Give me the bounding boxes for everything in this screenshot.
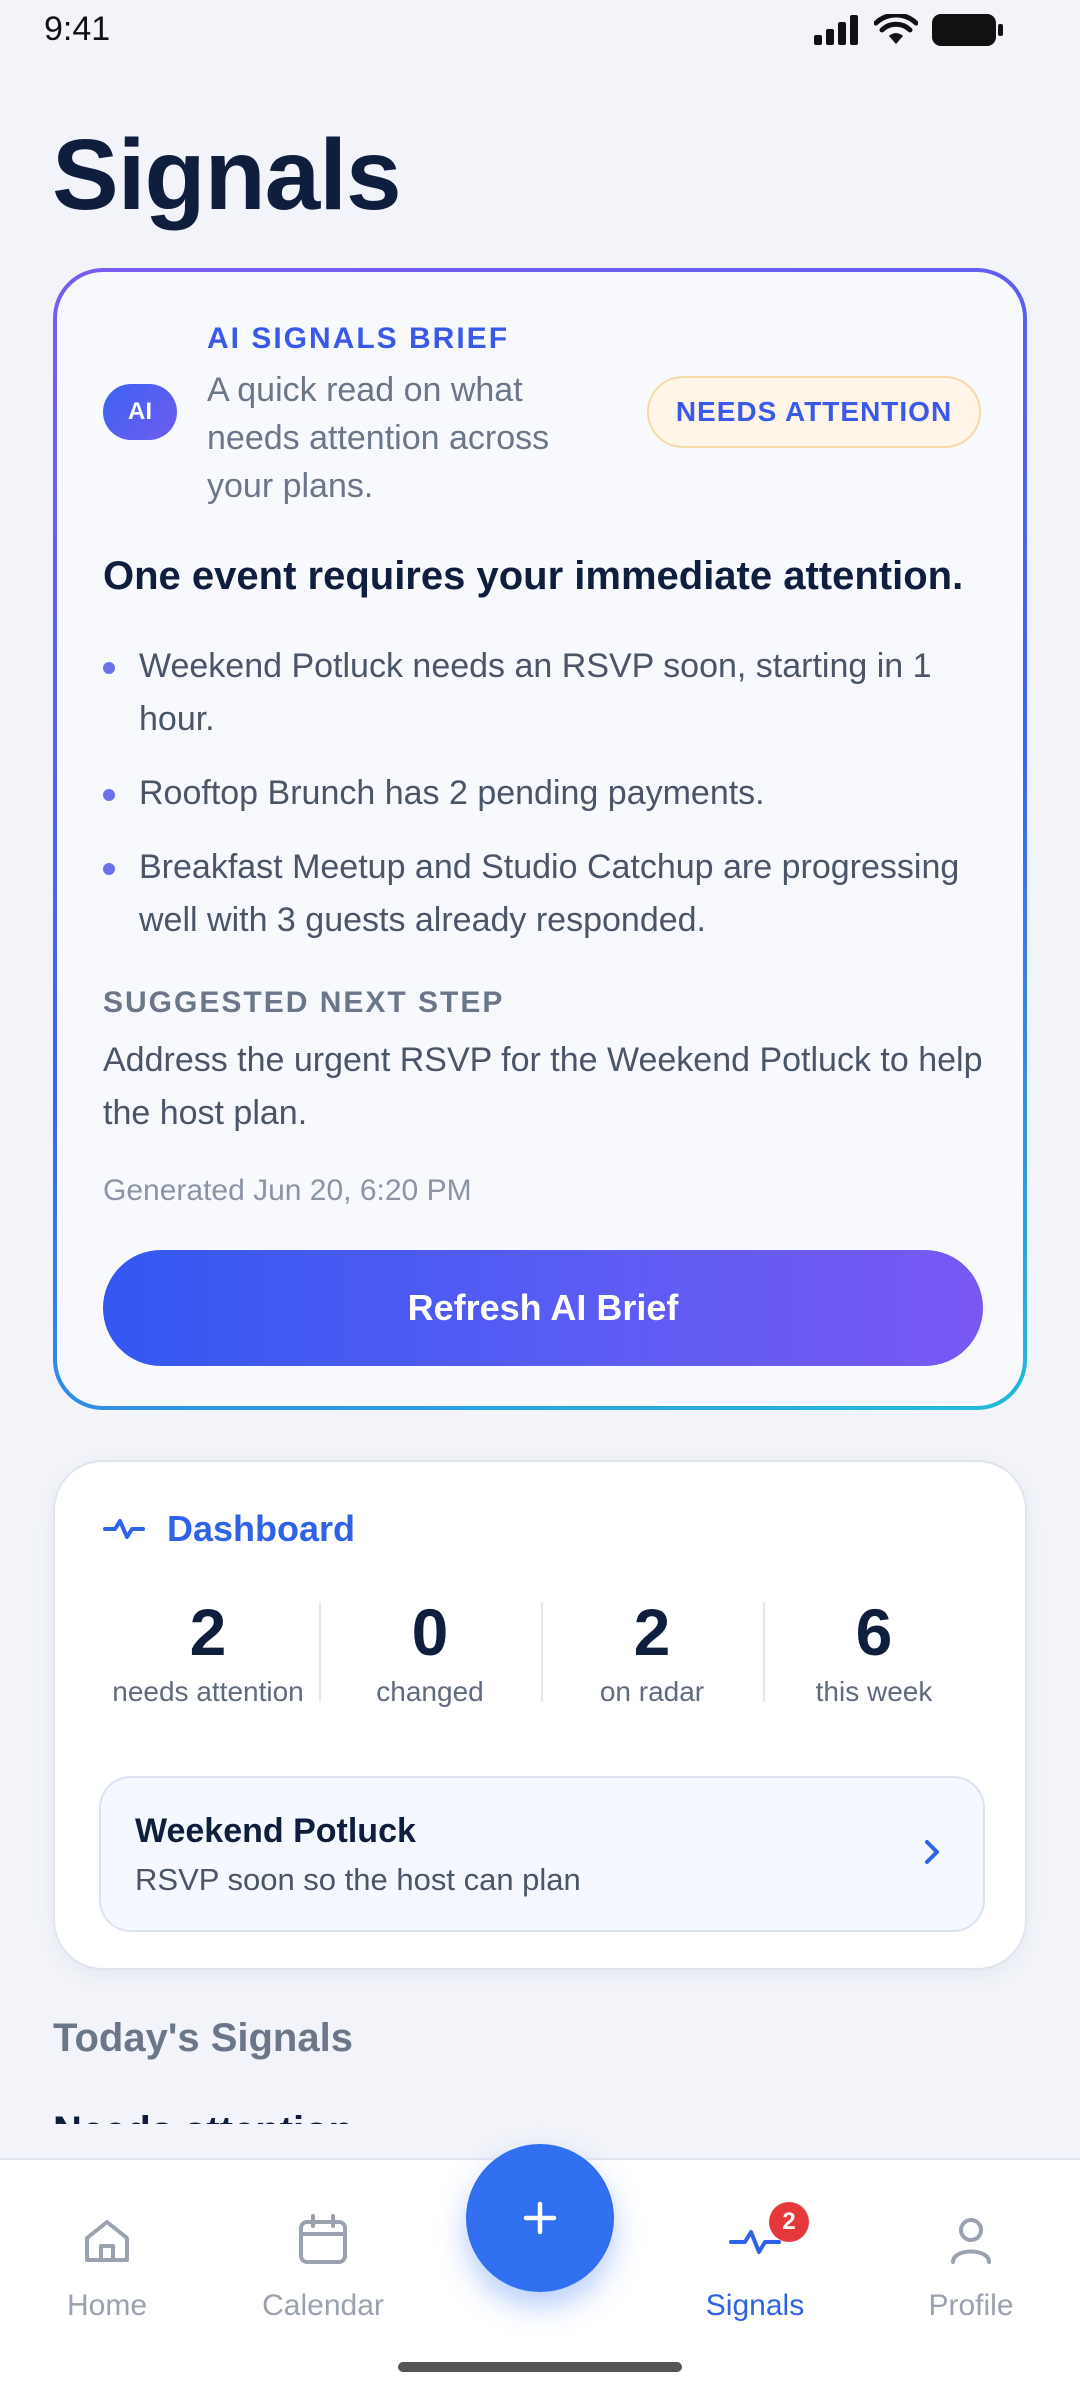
stat-label: needs attention [112,1676,304,1707]
signal-icon [814,15,858,45]
stat-value: 2 [189,1595,227,1669]
status-bar: 9:41 [0,0,1080,64]
chevron-right-icon [925,1840,939,1864]
dashboard-card: Dashboard 2 needs attention 0 changed 2 … [53,1460,1027,1970]
plus-icon [523,2201,557,2235]
ai-brief-subtitle: A quick read on what needs attention acr… [207,371,550,505]
nav-label: Calendar [262,2289,384,2322]
subsection-title: Needs attention [53,2104,353,2124]
next-step-text: Address the urgent RSVP for the Weekend … [103,1041,983,1132]
dashboard-title: Dashboard [167,1508,356,1549]
list-item: Breakfast Meetup and Studio Catchup are … [103,841,983,947]
calendar-icon [299,2214,347,2264]
nav-label: Profile [928,2289,1014,2322]
event-description: RSVP soon so the host can plan [135,1862,581,1897]
stat-changed[interactable]: 0 changed [319,1592,541,1712]
ai-brief-card-body: AI AI SIGNALS BRIEF A quick read on what… [57,272,1023,1406]
list-item: Rooftop Brunch has 2 pending payments. [103,767,983,820]
ai-brief-card: AI AI SIGNALS BRIEF A quick read on what… [53,268,1027,1410]
stat-this-week[interactable]: 6 this week [763,1592,985,1712]
next-step-label: SUGGESTED NEXT STEP [103,986,505,1019]
refresh-ai-brief-button[interactable]: Refresh AI Brief [103,1250,983,1366]
stat-on-radar[interactable]: 2 on radar [541,1592,763,1712]
ai-badge: AI [103,384,177,440]
battery-icon [932,14,1003,46]
page-title: Signals [52,119,402,231]
wifi-icon [874,14,918,44]
stat-label: this week [815,1676,933,1707]
status-time: 9:41 [44,10,111,48]
section-title: Today's Signals [53,2016,353,2060]
add-button[interactable] [466,2144,614,2292]
ai-brief-bullets: Weekend Potluck needs an RSVP soon, star… [103,640,983,968]
nav-label: Home [66,2289,148,2322]
stat-needs-attention[interactable]: 2 needs attention [97,1592,319,1712]
home-indicator[interactable] [398,2362,682,2372]
stat-value: 2 [633,1595,671,1669]
generated-timestamp: Generated Jun 20, 6:20 PM [103,1174,472,1207]
nav-item-profile[interactable]: Profile [871,2210,1071,2323]
dashboard-stats: 2 needs attention 0 changed 2 on radar 6… [97,1592,985,1712]
notification-badge: 2 [769,2202,809,2242]
nav-item-calendar[interactable]: Calendar [223,2210,423,2323]
status-icons [814,14,1004,46]
ai-brief-eyebrow: AI SIGNALS BRIEF [207,322,510,355]
nav-item-signals[interactable]: 2 Signals [655,2202,855,2323]
stat-value: 6 [855,1595,893,1669]
nav-label: Signals [705,2289,805,2322]
ai-brief-headline: One event requires your immediate attent… [103,554,964,598]
pulse-icon [103,1519,145,1539]
home-icon [85,2220,129,2262]
dashboard-header: Dashboard [103,1508,355,1550]
stat-value: 0 [411,1595,449,1669]
nav-item-home[interactable]: Home [7,2210,207,2323]
person-icon [951,2218,991,2264]
list-item: Weekend Potluck needs an RSVP soon, star… [103,640,983,746]
status-badge: NEEDS ATTENTION [647,376,981,448]
highlight-event-row[interactable]: Weekend Potluck RSVP soon so the host ca… [99,1776,985,1932]
event-name: Weekend Potluck [135,1812,416,1850]
stat-label: changed [376,1676,484,1707]
stat-label: on radar [599,1676,705,1707]
